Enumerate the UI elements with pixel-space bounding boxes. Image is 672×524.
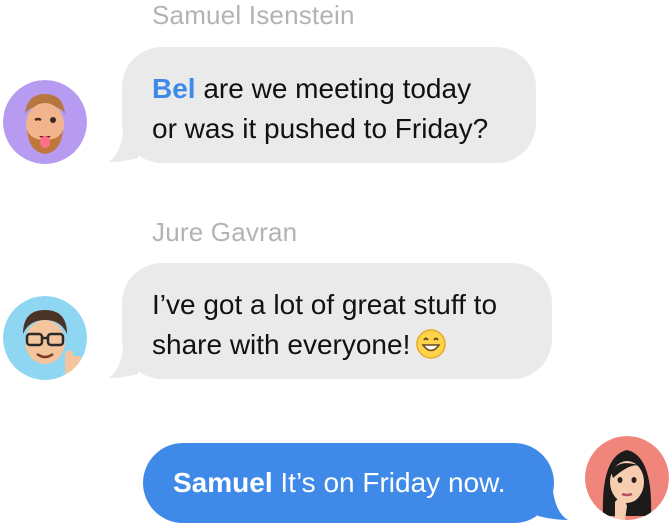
message-bubble-incoming[interactable]: Bel are we meeting today or was it pushe… [122,47,536,163]
message-text: It’s on Friday now. [272,467,506,498]
avatar[interactable] [3,296,87,380]
mention[interactable]: Samuel [173,467,273,498]
grinning-face-emoji-icon [416,329,447,359]
sender-name: Samuel Isenstein [152,0,355,30]
message-bubble-incoming[interactable]: I’ve got a lot of great stuff to share w… [122,263,552,379]
sender-name: Jure Gavran [152,217,298,247]
message-text-line: Bel are we meeting today [152,73,472,104]
message-text-line: or was it pushed to Friday? [152,113,489,144]
avatar[interactable] [3,80,87,164]
message-bubble-outgoing[interactable]: Samuel It’s on Friday now. [143,443,554,523]
bubble-tail [538,482,568,520]
memoji-samuel-winking-icon [3,80,87,164]
memoji-bel-thinking-icon [585,436,669,520]
memoji-jure-glasses-thumbs-up-icon [3,296,87,380]
message-text-line: I’ve got a lot of great stuff to [152,289,498,320]
mention[interactable]: Bel [152,73,196,104]
avatar[interactable] [585,436,669,520]
message-text-line: share with everyone! [152,325,522,365]
